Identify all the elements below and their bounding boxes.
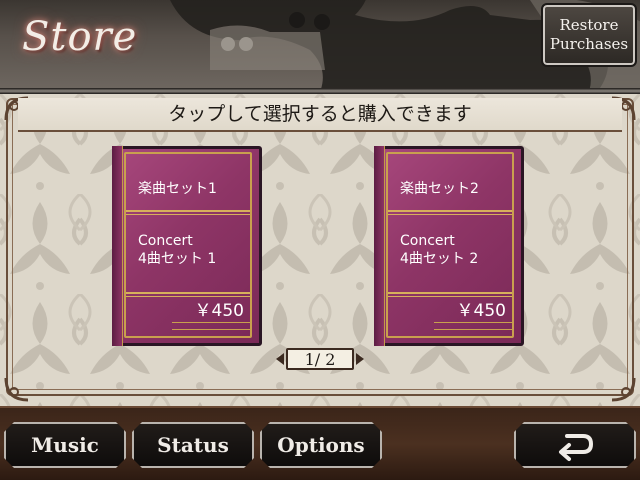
product-description: Concert 4曲セット 1 (138, 232, 216, 268)
page-indicator: 1/ 2 (276, 348, 364, 372)
book-trim (172, 322, 250, 330)
music-button[interactable]: Music (4, 422, 126, 468)
options-button[interactable]: Options (260, 422, 382, 468)
product-set-name: 楽曲セット1 (138, 181, 217, 197)
product-desc-line1: Concert (138, 233, 193, 249)
store-panel: タップして選択すると購入できます 楽曲セット1 Concert 4曲セット 1 … (0, 94, 640, 406)
corner-ornament-bottom-right (611, 377, 636, 402)
product-description: Concert 4曲セット 2 (400, 232, 478, 268)
page-number: 1/ 2 (286, 348, 354, 370)
product-book-set-2[interactable]: 楽曲セット2 Concert 4曲セット 2 ￥450 (374, 146, 524, 346)
options-button-label: Options (277, 433, 365, 457)
product-set-name: 楽曲セット2 (400, 181, 479, 197)
product-desc-line2: 4曲セット 2 (400, 251, 479, 267)
status-button[interactable]: Status (132, 422, 254, 468)
music-button-label: Music (31, 433, 99, 457)
product-price: ￥450 (194, 301, 244, 321)
product-book-set-1[interactable]: 楽曲セット1 Concert 4曲セット 1 ￥450 (112, 146, 262, 346)
page-title: Store (22, 14, 138, 60)
book-trim (434, 322, 512, 330)
book-spine (112, 146, 123, 346)
book-spine (374, 146, 385, 346)
product-desc-line1: Concert (400, 233, 455, 249)
back-button[interactable] (514, 422, 636, 468)
header-bar: Store Restore Purchases (0, 0, 640, 90)
footer-nav: Music Status Options (0, 406, 640, 480)
restore-purchases-button[interactable]: Restore Purchases (541, 3, 637, 67)
instruction-banner: タップして選択すると購入できます (18, 98, 622, 132)
page-next-arrow-icon[interactable] (356, 353, 364, 365)
book-divider-top (126, 210, 250, 215)
page-prev-arrow-icon[interactable] (276, 353, 284, 365)
return-arrow-icon (555, 432, 595, 462)
status-button-label: Status (157, 433, 229, 457)
restore-label-line1: Restore (559, 16, 619, 34)
book-divider-top (388, 210, 512, 215)
product-desc-line2: 4曲セット 1 (138, 251, 217, 267)
product-price: ￥450 (456, 301, 506, 321)
corner-ornament-bottom-left (4, 377, 29, 402)
restore-label-line2: Purchases (549, 35, 629, 53)
